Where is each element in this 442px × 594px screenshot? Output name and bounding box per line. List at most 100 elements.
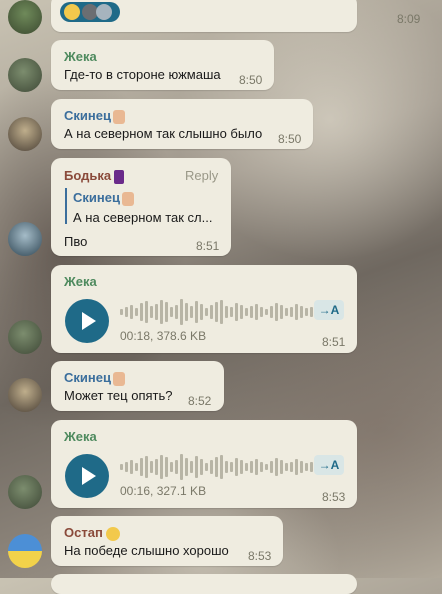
avatar[interactable] (8, 0, 42, 34)
waveform-bar (175, 460, 178, 474)
sender-name[interactable]: Жека (64, 49, 97, 64)
waveform-bar (245, 463, 248, 471)
waveform-bar (230, 462, 233, 472)
waveform-bar (145, 301, 148, 323)
waveform-bar (215, 457, 218, 477)
message-text: Где-то в стороне южмаша (64, 67, 221, 82)
mask-face-icon (105, 526, 120, 541)
avatar[interactable] (8, 378, 42, 412)
waveform-bar (235, 303, 238, 321)
avatar[interactable] (8, 222, 42, 256)
waveform-bar (270, 461, 273, 473)
waveform-bar (225, 306, 228, 318)
avatar[interactable] (8, 475, 42, 509)
waveform-bar (140, 458, 143, 476)
reply-quote[interactable]: Скинец А на северном так сл... (65, 188, 229, 225)
waveform-bar (250, 461, 253, 473)
sender-label: Остап (64, 525, 103, 540)
waveform-bar (295, 304, 298, 320)
waveform-bar (290, 307, 293, 317)
waveform-bar (160, 455, 163, 479)
message-text: Может тец опять? (64, 388, 173, 403)
waveform-bar (260, 462, 263, 472)
waveform-bar (130, 460, 133, 474)
quote-sender-label: Скинец (73, 190, 120, 205)
waveform-bar (280, 460, 283, 474)
message-bubble[interactable] (51, 574, 357, 594)
waveform-bar (155, 304, 158, 320)
waveform-bar (185, 303, 188, 321)
waveform-bar (200, 459, 203, 475)
message-text: А на северном так слышно было (64, 126, 263, 141)
waveform-bar (280, 305, 283, 319)
message-time: 8:51 (322, 335, 346, 349)
waveform-bar (285, 308, 288, 316)
sender-name[interactable]: Скинец (64, 370, 125, 386)
avatar[interactable] (8, 117, 42, 151)
message-time: 8:50 (239, 73, 263, 87)
reply-button[interactable]: Reply (185, 168, 218, 183)
avatar[interactable] (8, 534, 42, 568)
waveform-bar (150, 461, 153, 473)
waveform-bar (205, 463, 208, 471)
waveform-bar (265, 309, 268, 315)
play-button[interactable] (65, 454, 109, 498)
message-bubble[interactable]: Жека Где-то в стороне южмаша 8:50 (51, 40, 274, 90)
message-time: 8:51 (196, 239, 220, 253)
waveform-bar (255, 304, 258, 320)
voice-meta: 00:16, 327.1 KB (120, 484, 207, 498)
speech-to-text-button[interactable]: →A (314, 455, 344, 475)
waveform-bar (165, 302, 168, 322)
avatar[interactable] (8, 320, 42, 354)
waveform-bar (275, 303, 278, 321)
sender-label: Бодька (64, 168, 112, 183)
waveform[interactable] (120, 297, 318, 327)
sender-label: Скинец (64, 108, 111, 123)
voice-message-bubble[interactable]: Жека →A 00:16, 327.1 KB 8:53 (51, 420, 357, 508)
waveform-bar (120, 309, 123, 315)
sender-name[interactable]: Бодька (64, 168, 125, 184)
reaction-group[interactable] (60, 2, 120, 22)
message-bubble[interactable]: Бодька Reply Скинец А на северном так сл… (51, 158, 231, 256)
waveform-bar (120, 464, 123, 470)
waveform-bar (200, 304, 203, 320)
sender-name[interactable]: Скинец (64, 108, 125, 124)
waveform-bar (285, 463, 288, 471)
message-bubble[interactable]: Скинец А на северном так слышно было 8:5… (51, 99, 313, 149)
waveform-bar (145, 456, 148, 478)
message-bubble[interactable]: 8:09 (51, 0, 420, 32)
waveform-bar (305, 308, 308, 316)
voice-meta: 00:18, 378.6 KB (120, 329, 207, 343)
quote-text: А на северном так сл... (73, 209, 213, 225)
waveform-bar (270, 306, 273, 318)
waveform-bar (170, 462, 173, 472)
waveform-bar (185, 458, 188, 476)
sender-name[interactable]: Остап (64, 525, 120, 541)
message-bubble[interactable]: Остап На победе слышно хорошо 8:53 (51, 516, 283, 566)
waveform-bar (190, 461, 193, 473)
waveform-bar (240, 305, 243, 319)
avatar (96, 4, 112, 20)
waveform-bar (250, 306, 253, 318)
waveform-bar (195, 301, 198, 323)
dancer-icon (114, 169, 125, 184)
waveform-bar (150, 306, 153, 318)
waveform-bar (210, 460, 213, 474)
message-bubble[interactable]: Скинец Может тец опять? 8:52 (51, 361, 224, 411)
waveform-bar (165, 457, 168, 477)
waveform-bar (180, 454, 183, 480)
thumbs-up-icon (121, 191, 134, 206)
waveform-bar (155, 459, 158, 475)
avatar[interactable] (8, 58, 42, 92)
speech-to-text-button[interactable]: →A (314, 300, 344, 320)
thumbs-up-icon (112, 109, 125, 124)
sender-name[interactable]: Жека (64, 274, 97, 289)
waveform-bar (215, 302, 218, 322)
sender-name[interactable]: Жека (64, 429, 97, 444)
waveform[interactable] (120, 452, 318, 482)
message-time: 8:53 (322, 490, 346, 504)
play-button[interactable] (65, 299, 109, 343)
voice-message-bubble[interactable]: Жека →A 00:18, 378.6 KB 8:51 (51, 265, 357, 353)
message-time: 8:52 (188, 394, 212, 408)
waveform-bar (170, 307, 173, 317)
